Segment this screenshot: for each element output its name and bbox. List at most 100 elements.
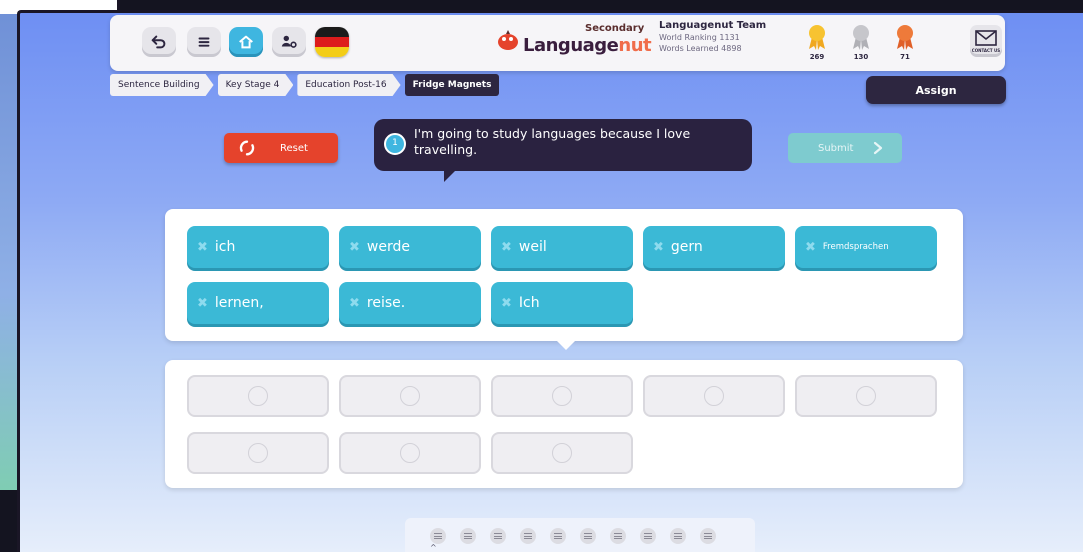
move-icon: ✖ (349, 295, 360, 311)
pager-item[interactable] (460, 528, 476, 544)
answer-slot[interactable] (339, 375, 481, 417)
top-header: Secondary Languagenut Languagenut Team W… (110, 15, 1005, 71)
lines-icon (524, 533, 532, 539)
prompt-bubble-tail (444, 168, 458, 182)
word-tile[interactable]: ✖ werde (339, 226, 481, 268)
prompt-bubble: 1 I'm going to study languages because I… (374, 119, 752, 171)
pager-item[interactable] (490, 528, 506, 544)
logo-wordmark-a: Language (523, 35, 619, 56)
answer-slot[interactable] (491, 432, 633, 474)
move-icon: ✖ (653, 239, 664, 255)
lines-icon (704, 533, 712, 539)
word-tile-text: weil (518, 239, 547, 255)
pager-item[interactable] (430, 528, 446, 544)
word-tile[interactable]: ✖ reise. (339, 282, 481, 324)
word-tile[interactable]: ✖ Fremdsprachen (795, 226, 937, 268)
lines-icon (614, 533, 622, 539)
answer-area (165, 360, 963, 488)
word-tile-text: lernen, (214, 295, 264, 311)
word-tile-text: gern (670, 239, 703, 255)
silver-medal-count: 130 (853, 53, 869, 61)
assign-button[interactable]: Assign (866, 76, 1006, 104)
word-tile[interactable]: ✖ weil (491, 226, 633, 268)
word-bank-pointer (556, 340, 576, 350)
languagenut-logo[interactable]: Secondary Languagenut (495, 21, 652, 65)
bronze-medal: 71 (890, 23, 920, 61)
bronze-medal-icon (897, 25, 913, 50)
answer-slot[interactable] (187, 432, 329, 474)
word-tile-text: Ich (518, 295, 540, 311)
current-question-caret-icon: ^ (430, 543, 437, 552)
word-tile[interactable]: ✖ gern (643, 226, 785, 268)
logo-secondary-text: Secondary (585, 23, 645, 34)
word-tile[interactable]: ✖ lernen, (187, 282, 329, 324)
gold-medal: 269 (802, 23, 832, 61)
lines-icon (554, 533, 562, 539)
pager-item[interactable] (610, 528, 626, 544)
slot-placeholder-icon (704, 386, 724, 406)
team-info: Languagenut Team World Ranking 1131 Word… (659, 20, 766, 53)
word-tile-text: ich (214, 239, 236, 255)
word-tile-text: Fremdsprachen (822, 242, 889, 252)
answer-slot[interactable] (491, 375, 633, 417)
team-name: Languagenut Team (659, 20, 767, 31)
reset-icon (239, 140, 255, 156)
silver-medal: 130 (846, 23, 876, 61)
pager-item[interactable] (550, 528, 566, 544)
submit-button[interactable]: Submit (788, 133, 902, 163)
undo-icon (151, 35, 166, 49)
word-tile-text: reise. (366, 295, 406, 311)
words-learned: Words Learned 4898 (659, 44, 742, 53)
word-tile[interactable]: ✖ Ich (491, 282, 633, 324)
breadcrumb-key-stage-4[interactable]: Key Stage 4 (218, 74, 294, 96)
pager-item[interactable] (520, 528, 536, 544)
menu-button[interactable] (187, 27, 221, 57)
answer-slot[interactable] (187, 375, 329, 417)
prompt-text: I'm going to study languages because I l… (414, 126, 691, 157)
move-icon: ✖ (501, 239, 512, 255)
move-icon: ✖ (501, 295, 512, 311)
pager-item[interactable] (640, 528, 656, 544)
user-settings-button[interactable] (272, 27, 306, 57)
german-flag-button[interactable] (315, 27, 349, 57)
silver-medal-icon (853, 25, 869, 50)
word-tile[interactable]: ✖ ich (187, 226, 329, 268)
home-icon (239, 35, 253, 49)
answer-slot[interactable] (339, 432, 481, 474)
lines-icon (584, 533, 592, 539)
breadcrumb-education-post-16[interactable]: Education Post-16 (297, 74, 400, 96)
logo-wordmark: Languagenut (523, 35, 652, 56)
breadcrumb: Sentence Building Key Stage 4 Education … (110, 74, 500, 96)
pager-item[interactable] (670, 528, 686, 544)
move-icon: ✖ (197, 295, 208, 311)
gold-medal-icon (809, 25, 825, 50)
breadcrumb-fridge-magnets: Fridge Magnets (404, 74, 500, 96)
flag-stripe-red (315, 37, 349, 47)
logo-wordmark-b: nut (618, 35, 652, 56)
slot-placeholder-icon (552, 386, 572, 406)
answer-slot[interactable] (795, 375, 937, 417)
contact-us-label: CONTACT US (971, 48, 1001, 53)
flag-stripe-black (315, 27, 349, 37)
slot-placeholder-icon (552, 443, 572, 463)
breadcrumb-sentence-building[interactable]: Sentence Building (110, 74, 214, 96)
back-button[interactable] (142, 27, 176, 57)
reset-label: Reset (280, 142, 308, 154)
lines-icon (464, 533, 472, 539)
menu-icon (198, 37, 210, 47)
user-gear-icon (281, 35, 297, 48)
contact-us-button[interactable]: CONTACT US (970, 25, 1002, 57)
gold-medal-count: 269 (809, 53, 825, 61)
lines-icon (674, 533, 682, 539)
reset-button[interactable]: Reset (224, 133, 338, 163)
pager-item[interactable] (580, 528, 596, 544)
slot-placeholder-icon (856, 386, 876, 406)
answer-slot[interactable] (643, 375, 785, 417)
world-ranking: World Ranking 1131 (659, 33, 740, 42)
question-pager (405, 518, 755, 552)
lines-icon (494, 533, 502, 539)
app-window: Secondary Languagenut Languagenut Team W… (17, 10, 1083, 552)
pager-item[interactable] (700, 528, 716, 544)
bronze-medal-count: 71 (900, 53, 910, 61)
home-button[interactable] (229, 27, 263, 57)
